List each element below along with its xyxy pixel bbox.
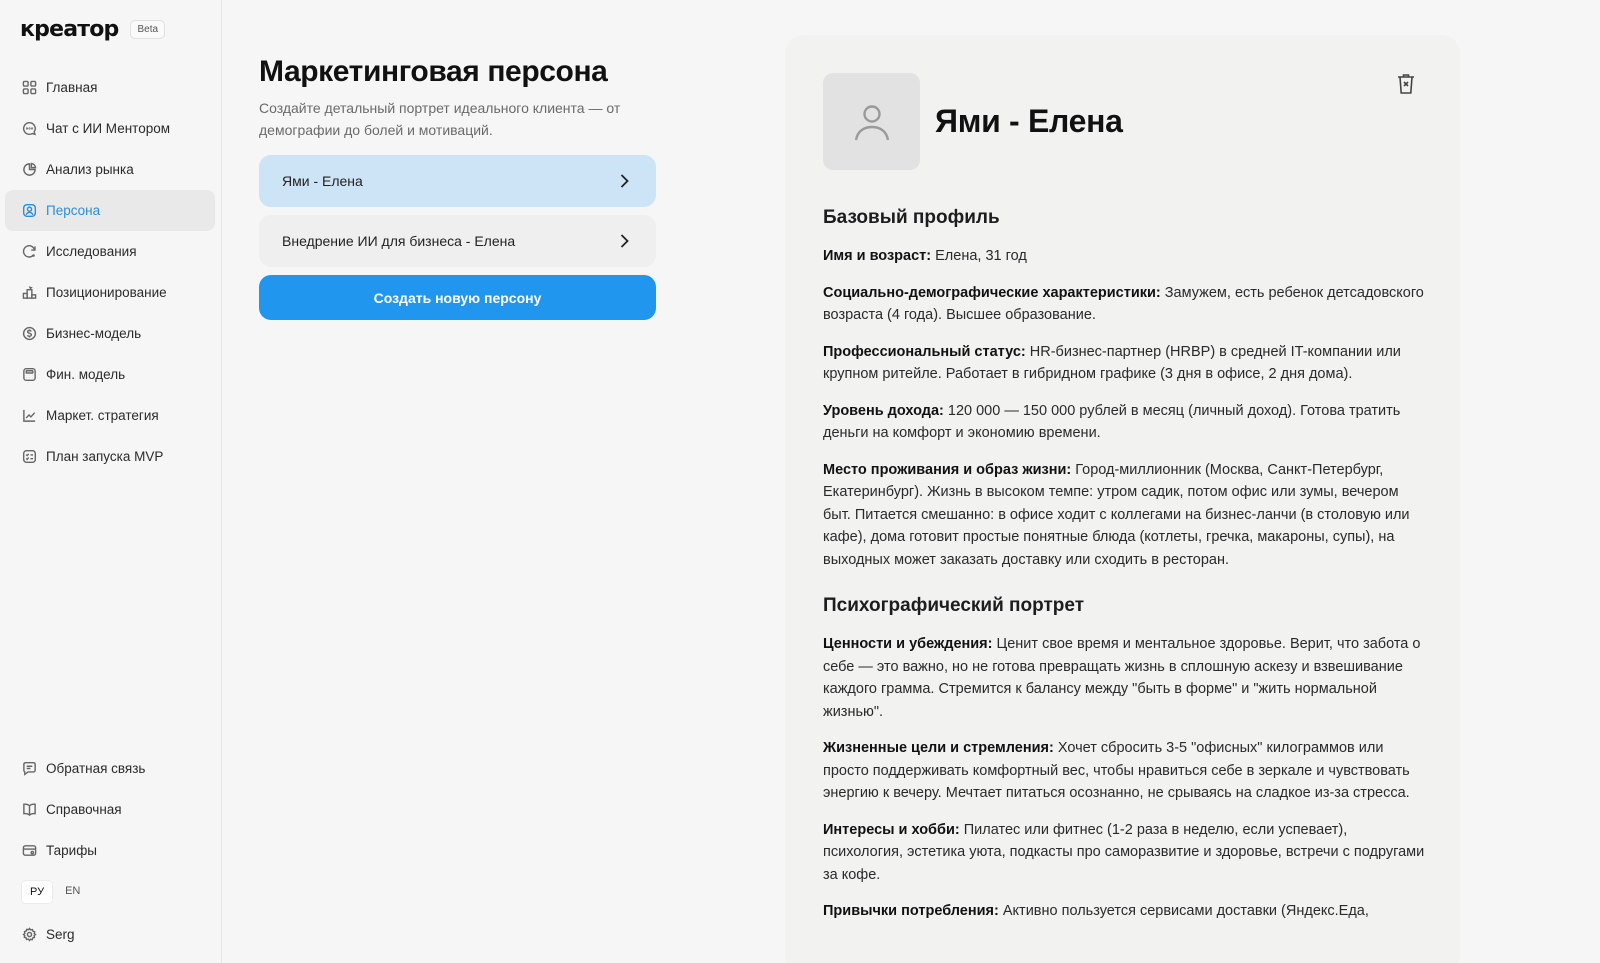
field-label: Жизненные цели и стремления: xyxy=(823,740,1054,756)
sidebar-item-feedback[interactable]: Обратная связь xyxy=(5,748,215,789)
user-menu: Serg xyxy=(5,914,215,955)
field-demographics: Социально-демографические характеристики… xyxy=(823,282,1428,327)
persona-detail-panel: Ями - Елена Базовый профиль Имя и возрас… xyxy=(785,35,1460,963)
delete-persona-button[interactable] xyxy=(1395,72,1417,96)
feedback-icon xyxy=(21,761,37,777)
field-name-age: Имя и возраст: Елена, 31 год xyxy=(823,245,1428,268)
page-subtitle: Создайте детальный портрет идеального кл… xyxy=(259,100,621,138)
field-label: Профессиональный статус: xyxy=(823,343,1026,360)
persona-item-label: Внедрение ИИ для бизнеса - Елена xyxy=(282,233,516,249)
field-goals: Жизненные цели и стремления: Хочет сброс… xyxy=(823,737,1428,805)
chat-icon xyxy=(21,121,37,137)
lang-en[interactable]: EN xyxy=(57,880,88,904)
chevron-right-icon xyxy=(614,231,634,251)
gear-icon xyxy=(21,927,37,943)
language-switcher: РУ EN xyxy=(21,880,92,904)
sidebar-item-label: Тарифы xyxy=(46,843,98,858)
sidebar-item-chat[interactable]: Чат с ИИ Ментором xyxy=(5,108,215,149)
sidebar-item-research[interactable]: Исследования xyxy=(5,231,215,272)
grid-icon xyxy=(21,80,37,96)
sidebar-item-label: Фин. модель xyxy=(46,367,126,382)
line-chart-icon xyxy=(21,408,37,424)
section-heading: Базовый профиль xyxy=(823,207,1000,228)
field-label: Уровень дохода: xyxy=(823,402,944,419)
field-label: Место проживания и образ жизни: xyxy=(823,461,1072,478)
podium-icon xyxy=(21,285,37,301)
secondary-nav: Обратная связь Справочная Тарифы xyxy=(5,748,215,871)
sidebar-item-label: Бизнес-модель xyxy=(46,326,142,341)
field-label: Социально-демографические характеристики… xyxy=(823,284,1161,301)
field-values: Ценности и убеждения: Ценит свое время и… xyxy=(823,633,1428,723)
sidebar-item-label: Маркет. стратегия xyxy=(46,408,159,423)
field-text: Елена, 31 год xyxy=(935,248,1027,264)
sidebar-item-mvp-plan[interactable]: План запуска MVP xyxy=(5,436,215,477)
sidebar-item-persona[interactable]: Персона xyxy=(5,190,215,231)
persona-content: Базовый профиль Имя и возраст: Елена, 31… xyxy=(823,207,1428,937)
field-label: Привычки потребления: xyxy=(823,903,999,919)
refresh-search-icon xyxy=(21,244,37,260)
sidebar-item-market-analysis[interactable]: Анализ рынка xyxy=(5,149,215,190)
field-professional-status: Профессиональный статус: HR-бизнес-партн… xyxy=(823,341,1428,386)
sidebar-item-marketing-strategy[interactable]: Маркет. стратегия xyxy=(5,395,215,436)
sidebar-item-label: Анализ рынка xyxy=(46,162,134,177)
field-consumption-habits: Привычки потребления: Активно пользуется… xyxy=(823,900,1428,923)
persona-item[interactable]: Внедрение ИИ для бизнеса - Елена xyxy=(259,215,656,267)
sidebar-item-label: Справочная xyxy=(46,802,122,817)
user-settings-button[interactable]: Serg xyxy=(5,914,215,955)
sidebar-item-label: Чат с ИИ Ментором xyxy=(46,121,170,136)
brand: креатор Beta xyxy=(20,17,166,42)
logo[interactable]: креатор xyxy=(20,17,119,42)
create-persona-button[interactable]: Создать новую персону xyxy=(259,275,656,320)
sidebar-item-positioning[interactable]: Позиционирование xyxy=(5,272,215,313)
checklist-icon xyxy=(21,449,37,465)
sidebar: креатор Beta Главная Чат с ИИ Ментором А… xyxy=(0,0,222,963)
field-interests: Интересы и хобби: Пилатес или фитнес (1-… xyxy=(823,819,1428,887)
sidebar-item-label: План запуска MVP xyxy=(46,449,164,464)
persona-item-selected[interactable]: Ями - Елена xyxy=(259,155,656,207)
sidebar-item-business-model[interactable]: Бизнес-модель xyxy=(5,313,215,354)
main-nav: Главная Чат с ИИ Ментором Анализ рынка П… xyxy=(5,67,215,477)
field-income: Уровень дохода: 120 000 — 150 000 рублей… xyxy=(823,400,1428,445)
sidebar-item-fin-model[interactable]: Фин. модель xyxy=(5,354,215,395)
dollar-circle-icon xyxy=(21,326,37,342)
sidebar-item-label: Обратная связь xyxy=(46,761,146,776)
avatar xyxy=(823,73,920,170)
calculator-icon xyxy=(21,367,37,383)
field-label: Ценности и убеждения: xyxy=(823,636,993,652)
field-label: Интересы и хобби: xyxy=(823,821,960,838)
user-name: Serg xyxy=(46,927,75,942)
page-title: Маркетинговая персона xyxy=(259,55,608,88)
book-icon xyxy=(21,802,37,818)
sidebar-item-label: Исследования xyxy=(46,244,137,259)
beta-badge: Beta xyxy=(130,20,166,39)
user-placeholder-icon xyxy=(854,104,889,140)
lang-ru[interactable]: РУ xyxy=(21,880,54,904)
field-label: Имя и возраст: xyxy=(823,248,932,264)
pie-chart-icon xyxy=(21,162,37,178)
sidebar-item-pricing[interactable]: Тарифы xyxy=(5,830,215,871)
chevron-right-icon xyxy=(614,171,634,191)
sidebar-item-label: Персона xyxy=(46,203,101,218)
sidebar-item-help[interactable]: Справочная xyxy=(5,789,215,830)
sidebar-item-home[interactable]: Главная xyxy=(5,67,215,108)
card-icon xyxy=(21,843,37,859)
persona-name: Ями - Елена xyxy=(935,103,1123,139)
field-lifestyle: Место проживания и образ жизни: Город-ми… xyxy=(823,459,1428,572)
trash-icon xyxy=(1398,74,1414,94)
field-text: Активно пользуется сервисами доставки (Я… xyxy=(1002,903,1369,919)
sidebar-item-label: Главная xyxy=(46,80,98,95)
persona-item-label: Ями - Елена xyxy=(282,173,363,189)
section-heading: Психографический портрет xyxy=(823,595,1085,616)
sidebar-item-label: Позиционирование xyxy=(46,285,167,300)
user-square-icon xyxy=(21,203,37,219)
